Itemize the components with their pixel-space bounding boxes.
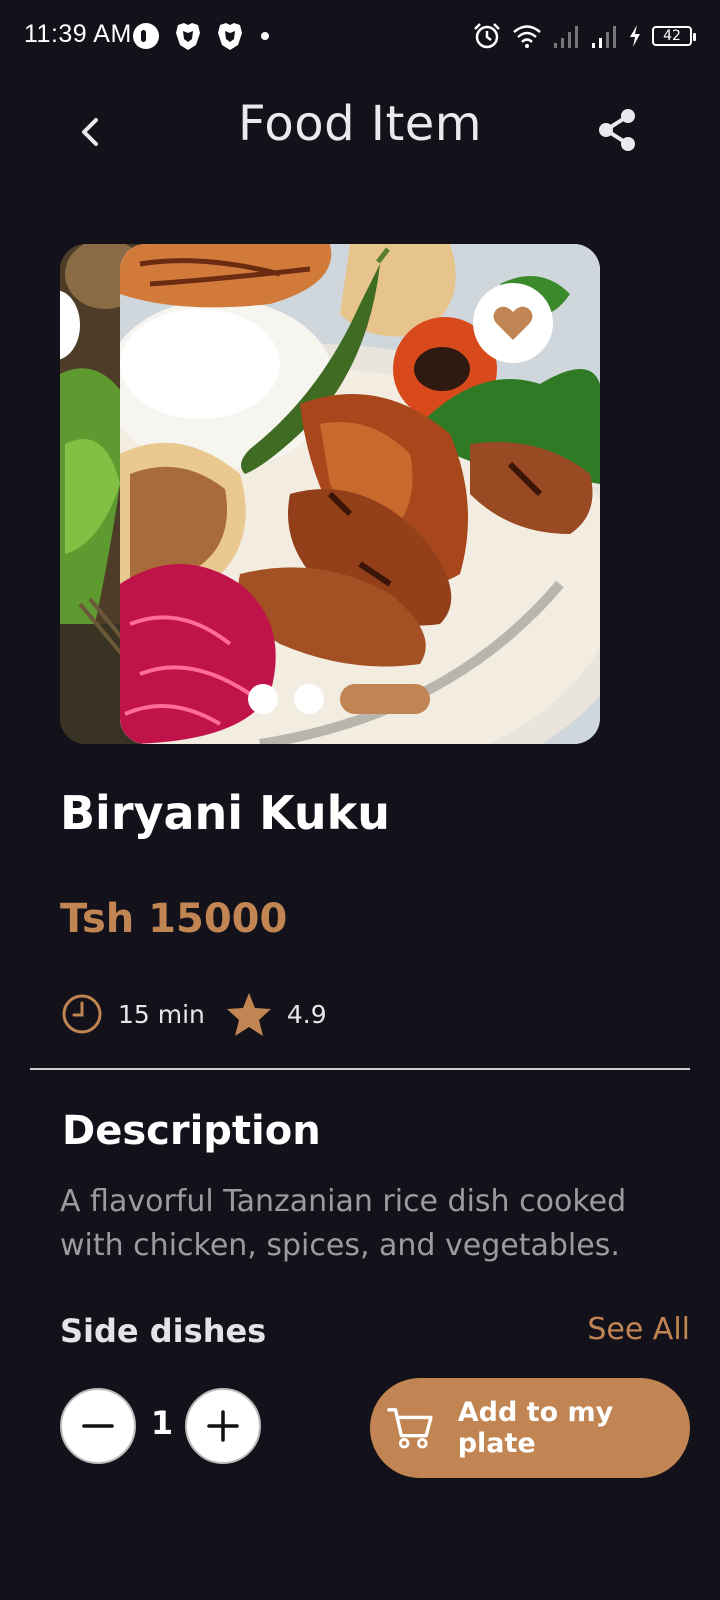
cart-icon bbox=[387, 1408, 433, 1449]
share-icon bbox=[599, 109, 635, 151]
description-heading: Description bbox=[62, 1108, 321, 1154]
app-bar: Food Item bbox=[0, 90, 720, 170]
carousel-dot-1[interactable] bbox=[248, 684, 278, 714]
wifi-icon bbox=[513, 25, 541, 48]
status-system-icons: 42 bbox=[472, 20, 696, 52]
share-button[interactable] bbox=[592, 104, 644, 156]
carousel-dot-2[interactable] bbox=[294, 684, 324, 714]
signal-icon-sim1 bbox=[554, 26, 578, 48]
food-name: Biryani Kuku bbox=[60, 786, 390, 840]
clock-icon bbox=[62, 994, 102, 1034]
food-image-carousel[interactable] bbox=[60, 244, 600, 744]
rating: 4.9 bbox=[286, 999, 327, 1029]
status-notification-icons bbox=[132, 20, 272, 52]
minus-icon bbox=[82, 1424, 114, 1428]
quantity-value: 1 bbox=[150, 1404, 174, 1442]
divider bbox=[30, 1068, 690, 1070]
main-food-image[interactable] bbox=[120, 244, 600, 744]
favorite-button[interactable] bbox=[473, 283, 553, 363]
brave-notification-icon-2 bbox=[218, 23, 242, 50]
charging-icon bbox=[630, 25, 640, 47]
food-price: Tsh 15000 bbox=[60, 896, 288, 942]
signal-icon-sim2 bbox=[592, 26, 616, 48]
add-to-plate-label: Add to my plate bbox=[457, 1397, 614, 1459]
more-notifications-dot-icon bbox=[261, 32, 269, 40]
brave-notification-icon bbox=[176, 23, 200, 50]
description-text: A flavorful Tanzanian rice dish cooked w… bbox=[60, 1184, 627, 1263]
decrease-quantity-button[interactable] bbox=[60, 1388, 136, 1464]
food-meta: 15 min 4.9 bbox=[60, 990, 327, 1038]
heart-icon bbox=[493, 306, 533, 340]
carousel-indicator bbox=[248, 684, 430, 714]
battery-icon: 42 bbox=[652, 26, 696, 46]
carousel-dot-active[interactable] bbox=[340, 684, 430, 714]
app-notification-icon bbox=[133, 23, 159, 49]
status-bar: 11:39 AM 42 bbox=[0, 0, 720, 72]
battery-level: 42 bbox=[663, 28, 681, 44]
side-dishes-label: Side dishes bbox=[60, 1312, 267, 1350]
prep-time: 15 min bbox=[118, 999, 205, 1029]
alarm-icon bbox=[474, 23, 500, 49]
see-all-link[interactable]: See All bbox=[587, 1312, 690, 1347]
status-time: 11:39 AM bbox=[24, 20, 132, 48]
increase-quantity-button[interactable] bbox=[185, 1388, 261, 1464]
plus-icon bbox=[207, 1410, 239, 1442]
add-to-plate-button[interactable]: Add to my plate bbox=[370, 1378, 690, 1478]
star-icon bbox=[226, 993, 271, 1036]
